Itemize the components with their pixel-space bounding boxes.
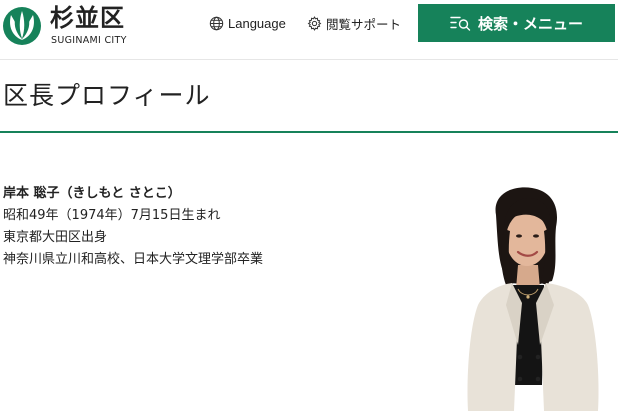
profile-birth: 昭和49年（1974年）7月15日生まれ (3, 208, 221, 223)
profile-education: 神奈川県立川和高校、日本大学文理学部卒業 (3, 252, 264, 267)
title-divider (0, 131, 618, 133)
browsing-support-label: 閲覧サポート (326, 16, 402, 32)
profile-name: 岸本 聡子（きしもと さとこ） (3, 186, 181, 201)
suginami-logo-icon (3, 7, 41, 45)
mayor-portrait (467, 187, 599, 411)
search-menu-label: 検索・メニュー (477, 14, 583, 33)
logo-name-ja: 杉並区 (50, 4, 125, 32)
globe-icon (209, 16, 224, 30)
logo-name-en: SUGINAMI CITY (51, 35, 127, 46)
language-label: Language (228, 15, 286, 31)
language-link[interactable]: Language (209, 13, 286, 33)
profile-hometown: 東京都大田区出身 (3, 230, 108, 245)
page: 杉並区 SUGINAMI CITY Language 閲覧サポート 検索・メニュ… (0, 0, 618, 411)
gear-icon (307, 15, 322, 31)
search-menu-button[interactable]: 検索・メニュー (418, 4, 615, 42)
browsing-support-link[interactable]: 閲覧サポート (307, 13, 401, 33)
page-title: 区長プロフィール (3, 81, 211, 110)
site-logo-link[interactable]: 杉並区 SUGINAMI CITY (2, 4, 132, 50)
search-menu-icon (450, 16, 471, 31)
site-header: 杉並区 SUGINAMI CITY Language 閲覧サポート 検索・メニュ… (0, 0, 618, 60)
profile-details: 岸本 聡子（きしもと さとこ） 昭和49年（1974年）7月15日生まれ 東京都… (3, 183, 433, 271)
